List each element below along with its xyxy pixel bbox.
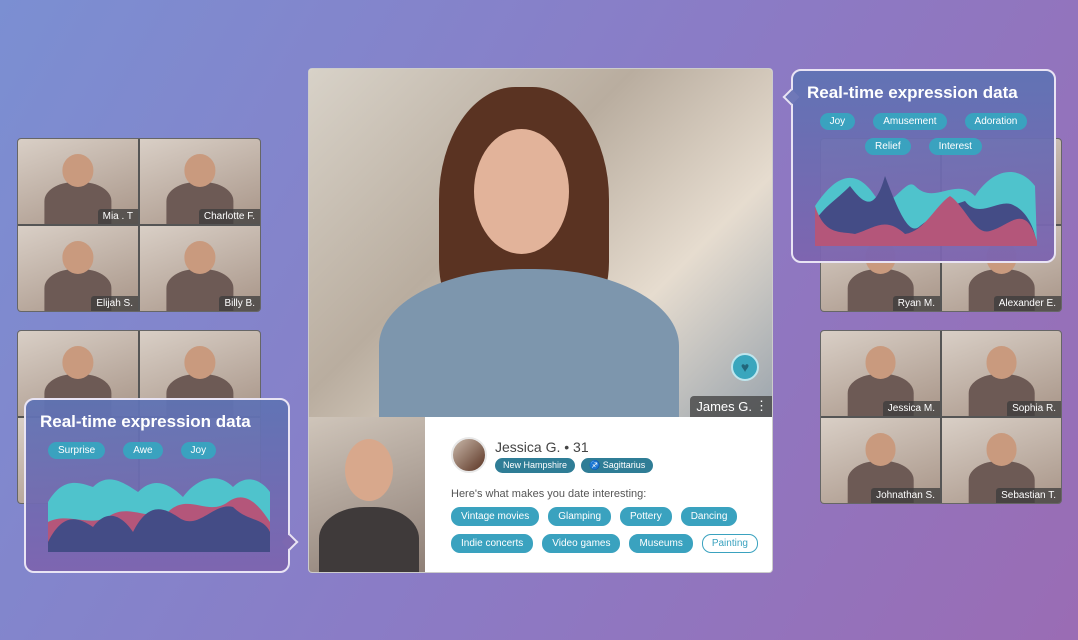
- zodiac-label: Sagittarius: [602, 460, 646, 470]
- interest-tag[interactable]: Video games: [542, 534, 621, 553]
- expression-chip: Awe: [123, 442, 163, 459]
- participant-grid-left-top: Mia . T Charlotte F. Elijah S. Billy B.: [17, 138, 261, 312]
- interest-tag[interactable]: Indie concerts: [451, 534, 534, 553]
- expression-area-chart: [48, 478, 270, 552]
- heart-icon[interactable]: ♥: [731, 353, 759, 381]
- expression-chip: Relief: [865, 138, 911, 155]
- expression-chip: Joy: [180, 442, 217, 459]
- avatar: [451, 437, 487, 473]
- participant-name: Elijah S.: [91, 296, 138, 311]
- interest-tags: Vintage movies Glamping Pottery Dancing …: [451, 507, 771, 553]
- interest-tag[interactable]: Dancing: [680, 507, 738, 526]
- participant-name: Charlotte F.: [198, 209, 260, 224]
- participant-name: Sophia R.: [1007, 401, 1061, 416]
- expression-popup-right: Real-time expression data Joy Amusement …: [782, 69, 1056, 263]
- participant-tile[interactable]: Sophia R.: [942, 331, 1061, 416]
- expression-chip: Interest: [928, 138, 982, 155]
- participant-tile[interactable]: Elijah S.: [18, 226, 138, 311]
- participant-name: Ryan M.: [892, 296, 940, 311]
- participant-name: Jessica M.: [882, 401, 940, 416]
- profile-card: Jessica G. • 31 New Hampshire ♐ Sagittar…: [425, 417, 772, 572]
- participant-tile[interactable]: Billy B.: [140, 226, 260, 311]
- main-video[interactable]: ♥ James G. ⋮: [309, 69, 772, 429]
- interest-tag[interactable]: Painting: [701, 534, 758, 553]
- participant-tile[interactable]: Jessica M.: [821, 331, 940, 416]
- expression-area-chart: [815, 172, 1037, 246]
- sagittarius-icon: ♐: [589, 460, 603, 470]
- participant-name: Sebastian T.: [996, 488, 1061, 503]
- zodiac-badge: ♐ Sagittarius: [581, 458, 654, 473]
- participant-grid-right-bottom: Jessica M. Sophia R. Johnathan S. Sebast…: [820, 330, 1062, 504]
- profile-name: Jessica G. • 31: [495, 439, 589, 455]
- interest-tag[interactable]: Museums: [629, 534, 693, 553]
- interests-intro: Here's what makes you date interesting:: [451, 488, 647, 500]
- self-view-video: [309, 417, 425, 572]
- expression-chip: Amusement: [873, 113, 947, 130]
- interest-tag[interactable]: Vintage movies: [451, 507, 540, 526]
- participant-name: Johnathan S.: [871, 488, 940, 503]
- expression-popup-left: Real-time expression data Surprise Awe J…: [24, 398, 299, 573]
- interest-tag[interactable]: Glamping: [548, 507, 612, 526]
- location-badge: New Hampshire: [495, 458, 576, 473]
- participant-tile[interactable]: Charlotte F.: [140, 139, 260, 224]
- participant-tile[interactable]: Johnathan S.: [821, 418, 940, 503]
- participant-name: Alexander E.: [993, 296, 1061, 311]
- expression-chip: Joy: [819, 113, 856, 130]
- participant-name: Mia . T: [97, 209, 138, 224]
- kebab-icon[interactable]: ⋮: [755, 398, 768, 414]
- expression-chip: Adoration: [964, 113, 1028, 130]
- participant-tile[interactable]: Mia . T: [18, 139, 138, 224]
- main-call-panel: ♥ James G. ⋮ Jessica G. • 31 New Hampshi…: [308, 68, 773, 573]
- interest-tag[interactable]: Pottery: [620, 507, 672, 526]
- participant-name: Billy B.: [219, 296, 260, 311]
- popup-title: Real-time expression data: [40, 412, 251, 431]
- popup-title: Real-time expression data: [807, 83, 1018, 102]
- expression-chip: Surprise: [48, 442, 106, 459]
- participant-tile[interactable]: Sebastian T.: [942, 418, 1061, 503]
